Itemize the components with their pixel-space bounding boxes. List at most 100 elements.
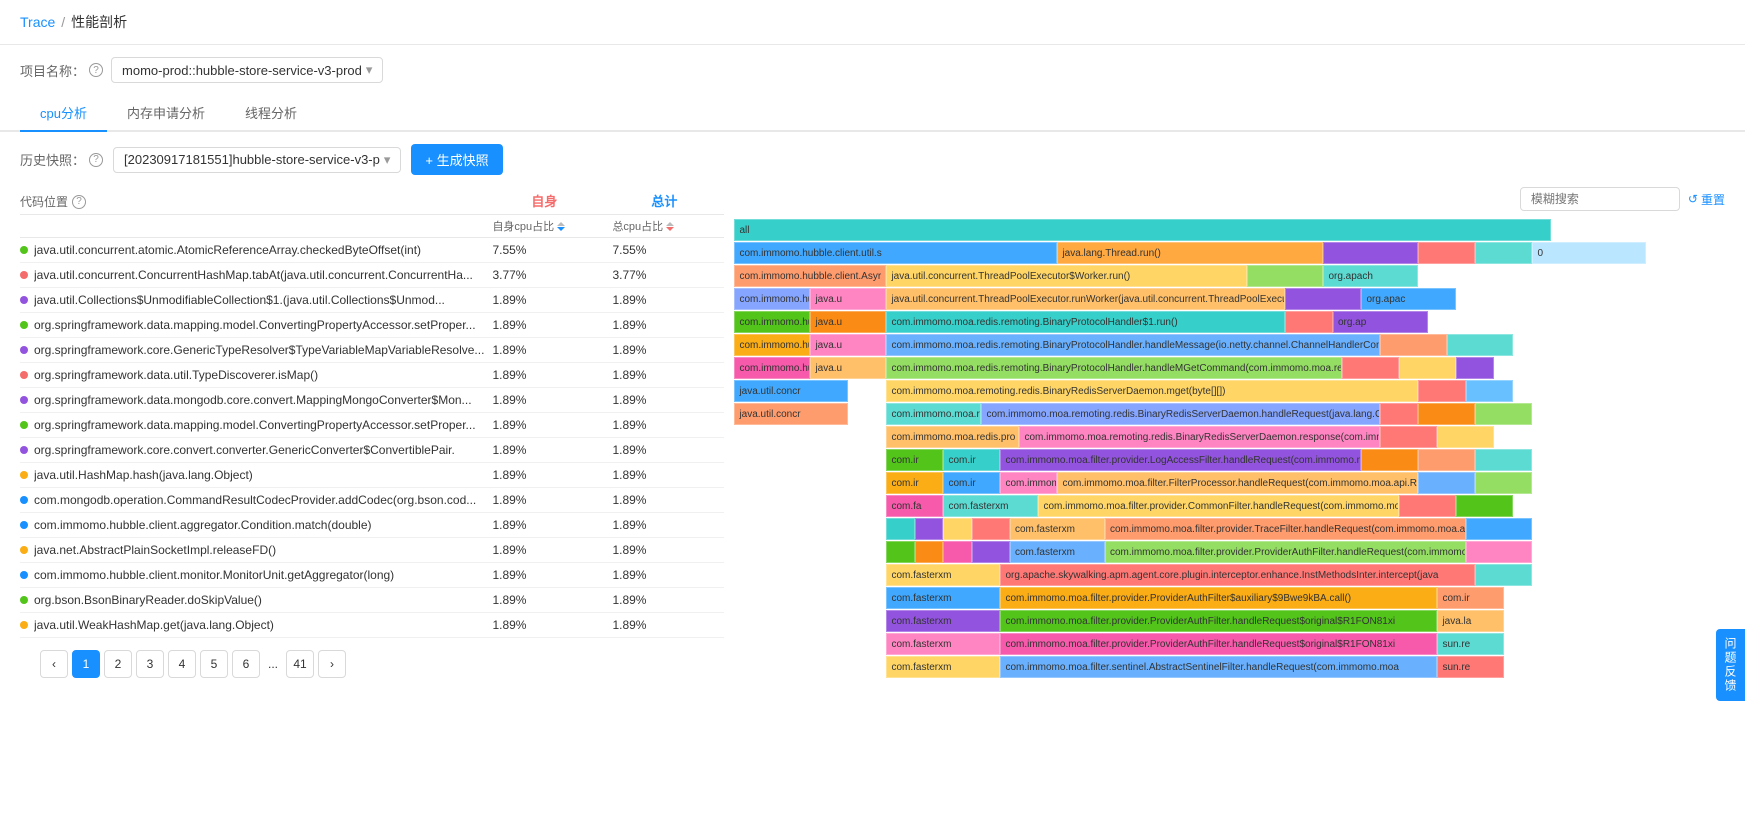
- flame-block[interactable]: com.immomo.moa.filter.sentinel.AbstractS…: [1000, 656, 1437, 678]
- flame-block[interactable]: com.ir: [1437, 587, 1504, 609]
- tab-thread[interactable]: 线程分析: [225, 95, 317, 132]
- flame-block[interactable]: com.immomo.hut: [734, 357, 810, 379]
- project-selector[interactable]: momo-prod::hubble-store-service-v3-prod …: [111, 57, 383, 83]
- flame-block[interactable]: 0: [1532, 242, 1646, 264]
- table-row[interactable]: org.bson.BsonBinaryReader.doSkipValue() …: [20, 588, 724, 613]
- flame-block[interactable]: [1437, 426, 1494, 448]
- flame-block[interactable]: [1380, 403, 1418, 425]
- pagination-page-1[interactable]: 1: [72, 650, 100, 678]
- flame-block[interactable]: [943, 518, 972, 540]
- table-row[interactable]: java.util.WeakHashMap.get(java.lang.Obje…: [20, 613, 724, 638]
- flame-block[interactable]: sun.re: [1437, 633, 1504, 655]
- flame-reset-button[interactable]: ↺ 重置: [1688, 191, 1725, 208]
- self-cpu-sort-icon[interactable]: [557, 222, 565, 231]
- flame-block[interactable]: com.fasterxm: [886, 610, 1000, 632]
- pagination-page-3[interactable]: 3: [136, 650, 164, 678]
- flame-block[interactable]: sun.re: [1437, 656, 1504, 678]
- flame-block[interactable]: [1456, 357, 1494, 379]
- flame-block[interactable]: [1285, 311, 1333, 333]
- flame-block[interactable]: [972, 518, 1010, 540]
- flame-block[interactable]: com.immomo.moa.filter.provider.ProviderA…: [1000, 610, 1437, 632]
- flame-block[interactable]: java.util.concr: [734, 403, 848, 425]
- flame-block[interactable]: org.apache.skywalking.apm.agent.core.plu…: [1000, 564, 1475, 586]
- table-row[interactable]: com.immomo.hubble.client.monitor.Monitor…: [20, 563, 724, 588]
- table-row[interactable]: java.util.concurrent.ConcurrentHashMap.t…: [20, 263, 724, 288]
- flame-block[interactable]: [1380, 334, 1447, 356]
- flame-block[interactable]: com.immomo.moa.filter.provider.CommonFil…: [1038, 495, 1399, 517]
- flame-block[interactable]: [972, 541, 1010, 563]
- flame-block[interactable]: [1475, 403, 1532, 425]
- flame-block[interactable]: java.util.concr: [734, 380, 848, 402]
- flame-block[interactable]: [1475, 564, 1532, 586]
- flame-block[interactable]: com.immomo.moa.redis.remoting.BinaryProt…: [886, 311, 1285, 333]
- flame-block[interactable]: com.immomo: [1000, 472, 1057, 494]
- flame-block[interactable]: com.immomo.hut: [734, 334, 810, 356]
- flame-block[interactable]: com.immomo.hubble.client.Asyr: [734, 265, 886, 287]
- col-code-info-icon[interactable]: ?: [72, 195, 86, 209]
- pagination-page-6[interactable]: 6: [232, 650, 260, 678]
- table-row[interactable]: org.springframework.data.mapping.model.C…: [20, 313, 724, 338]
- flame-block[interactable]: com.fasterxm: [1010, 518, 1105, 540]
- flame-block[interactable]: com.ir: [943, 449, 1000, 471]
- flame-block[interactable]: com.ir: [886, 472, 943, 494]
- flame-block[interactable]: [1475, 449, 1532, 471]
- flame-block[interactable]: com.immomo.moa.remoting.redis.BinaryRedi…: [886, 380, 1418, 402]
- pagination-next-button[interactable]: ›: [318, 650, 346, 678]
- flame-block[interactable]: [1380, 426, 1437, 448]
- flame-block[interactable]: all: [734, 219, 1551, 241]
- generate-snapshot-button[interactable]: + 生成快照: [411, 144, 502, 175]
- flame-block[interactable]: org.ap: [1333, 311, 1428, 333]
- project-info-icon[interactable]: ?: [89, 63, 103, 77]
- total-cpu-sort-icon[interactable]: [666, 222, 674, 231]
- table-row[interactable]: org.springframework.data.util.TypeDiscov…: [20, 363, 724, 388]
- flame-block[interactable]: com.fasterxm: [886, 656, 1000, 678]
- table-row[interactable]: java.util.HashMap.hash(java.lang.Object)…: [20, 463, 724, 488]
- flame-block[interactable]: [1418, 472, 1475, 494]
- flame-block[interactable]: [943, 541, 972, 563]
- pagination-prev-button[interactable]: ‹: [40, 650, 68, 678]
- flame-block[interactable]: [886, 541, 915, 563]
- flame-block[interactable]: com.immomo.moa.filter.provider.LogAccess…: [1000, 449, 1361, 471]
- flame-block[interactable]: org.apac: [1361, 288, 1456, 310]
- flame-block[interactable]: com.ir: [886, 449, 943, 471]
- flame-block[interactable]: com.immomo.moa.filter.provider.ProviderA…: [1105, 541, 1466, 563]
- flame-block[interactable]: [915, 518, 944, 540]
- trace-link[interactable]: Trace: [20, 14, 55, 30]
- history-selector[interactable]: [20230917181551]hubble-store-service-v3-…: [113, 147, 401, 173]
- table-row[interactable]: org.springframework.data.mapping.model.C…: [20, 413, 724, 438]
- flame-block[interactable]: java.la: [1437, 610, 1504, 632]
- pagination-page-4[interactable]: 4: [168, 650, 196, 678]
- flame-block[interactable]: [1418, 449, 1475, 471]
- flame-block[interactable]: com.ir: [943, 472, 1000, 494]
- flame-block[interactable]: java.lang.Thread.run(): [1057, 242, 1323, 264]
- flame-block[interactable]: com.immomo.moa.filter.provider.TraceFilt…: [1105, 518, 1466, 540]
- pagination-page-5[interactable]: 5: [200, 650, 228, 678]
- flame-block[interactable]: [1418, 380, 1466, 402]
- flame-block[interactable]: [1475, 472, 1532, 494]
- flame-block[interactable]: java.u: [810, 357, 886, 379]
- history-info-icon[interactable]: ?: [89, 153, 103, 167]
- flame-block[interactable]: com.immomo.moa.redis.remoting.BinaryProt…: [886, 357, 1342, 379]
- pagination-page-41[interactable]: 41: [286, 650, 314, 678]
- flame-block[interactable]: com.fasterxm: [886, 564, 1000, 586]
- flame-block[interactable]: java.util.concurrent.ThreadPoolExecutor$…: [886, 265, 1247, 287]
- flame-block[interactable]: com.fasterxm: [943, 495, 1038, 517]
- flame-search-input[interactable]: [1520, 187, 1680, 211]
- flame-block[interactable]: java.u: [810, 311, 886, 333]
- flame-block[interactable]: java.util.concurrent.ThreadPoolExecutor.…: [886, 288, 1285, 310]
- tab-cpu[interactable]: cpu分析: [20, 95, 107, 132]
- table-row[interactable]: java.util.concurrent.atomic.AtomicRefere…: [20, 238, 724, 263]
- table-row[interactable]: org.springframework.data.mongodb.core.co…: [20, 388, 724, 413]
- flame-block[interactable]: [1418, 403, 1475, 425]
- flame-block[interactable]: [1466, 380, 1514, 402]
- flame-block[interactable]: com.immomo.hubble: [734, 288, 810, 310]
- feedback-button[interactable]: 问题反馈: [1716, 629, 1745, 701]
- flame-block[interactable]: java.u: [810, 288, 886, 310]
- flame-block[interactable]: com.fasterxm: [1010, 541, 1105, 563]
- flame-block[interactable]: [1466, 541, 1533, 563]
- flame-block[interactable]: com.immomo.moa.filter.provider.ProviderA…: [1000, 587, 1437, 609]
- flame-block[interactable]: [915, 541, 944, 563]
- pagination-page-2[interactable]: 2: [104, 650, 132, 678]
- flame-block[interactable]: [1342, 357, 1399, 379]
- flame-block[interactable]: java.u: [810, 334, 886, 356]
